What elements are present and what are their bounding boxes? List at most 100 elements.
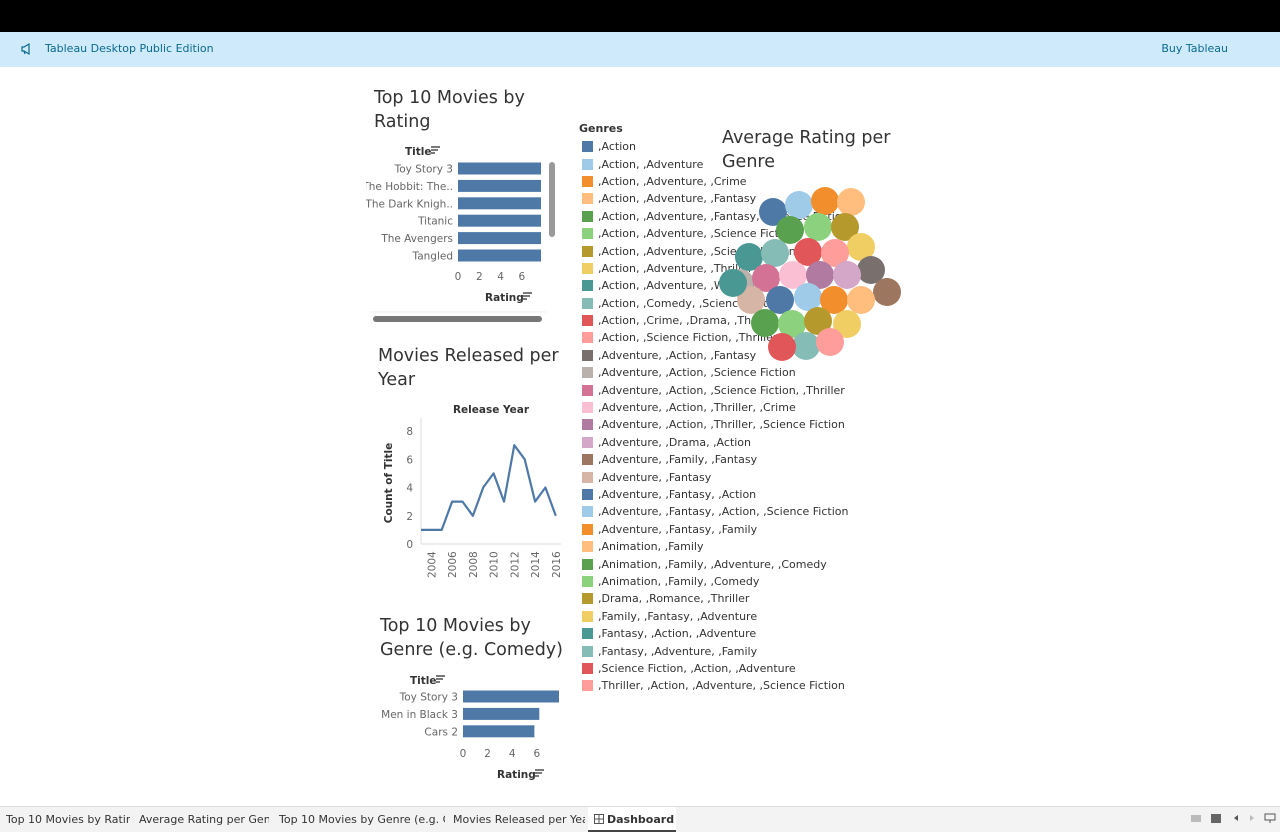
legend-swatch bbox=[582, 558, 593, 570]
title-line: Top 10 Movies by bbox=[374, 88, 525, 108]
app-name: Tableau Desktop Public Edition bbox=[45, 42, 214, 55]
genre-bubble[interactable] bbox=[792, 332, 820, 360]
legend-item[interactable]: ,Animation, ,Family, ,Comedy bbox=[579, 573, 848, 590]
legend-swatch bbox=[582, 297, 593, 309]
legend-swatch bbox=[582, 315, 593, 327]
bar[interactable] bbox=[463, 690, 559, 703]
genre-bubble-chart[interactable] bbox=[715, 185, 910, 365]
title-line: Genre bbox=[722, 152, 775, 172]
genre-bubble[interactable] bbox=[816, 328, 844, 356]
legend-item[interactable]: ,Adventure, ,Fantasy bbox=[579, 468, 848, 485]
sort-icon[interactable] bbox=[523, 292, 532, 300]
tab-top10-genre[interactable]: Top 10 Movies by Genre (e.g. C... bbox=[273, 807, 445, 832]
legend-item[interactable]: ,Animation, ,Family bbox=[579, 538, 848, 555]
genre-bubble[interactable] bbox=[776, 216, 804, 244]
legend-item[interactable]: ,Fantasy, ,Adventure, ,Family bbox=[579, 642, 848, 659]
legend-label: ,Drama, ,Romance, ,Thriller bbox=[598, 592, 750, 606]
bar[interactable] bbox=[458, 162, 541, 175]
legend-item[interactable]: ,Adventure, ,Action, ,Science Fiction, ,… bbox=[579, 381, 848, 398]
tab-label: Dashboard 1 bbox=[607, 813, 676, 826]
genre-bubble[interactable] bbox=[847, 286, 875, 314]
bar[interactable] bbox=[458, 214, 541, 227]
title-column-header[interactable]: Title bbox=[410, 675, 445, 687]
legend-swatch bbox=[582, 245, 593, 257]
title-header-label: Title bbox=[410, 675, 437, 687]
legend-item[interactable]: ,Drama, ,Romance, ,Thriller bbox=[579, 590, 848, 607]
genre-bubble[interactable] bbox=[768, 333, 796, 361]
horizontal-scrollbar[interactable] bbox=[373, 316, 542, 322]
genre-bubble[interactable] bbox=[794, 283, 822, 311]
genre-bubble[interactable] bbox=[811, 187, 839, 215]
count-series-line[interactable] bbox=[421, 444, 557, 531]
tab-top10-rating[interactable]: Top 10 Movies by Rating bbox=[0, 807, 130, 832]
bar[interactable] bbox=[458, 232, 541, 245]
x-tick-label: 4 bbox=[497, 271, 504, 283]
bar-category-label: Men in Black 3 bbox=[381, 709, 458, 721]
legend-item[interactable]: ,Adventure, ,Action, ,Science Fiction bbox=[579, 364, 848, 381]
presentation-mode-icon[interactable] bbox=[1264, 812, 1276, 824]
released-per-year-title: Movies Released per Year bbox=[378, 344, 559, 392]
legend-label: ,Animation, ,Family, ,Adventure, ,Comedy bbox=[598, 557, 827, 571]
legend-item[interactable]: ,Adventure, ,Fantasy, ,Action, ,Science … bbox=[579, 503, 848, 520]
bar[interactable] bbox=[458, 179, 541, 192]
legend-item[interactable]: ,Adventure, ,Action, ,Thriller, ,Crime bbox=[579, 399, 848, 416]
buy-tableau-link[interactable]: Buy Tableau bbox=[1161, 42, 1228, 55]
tab-released-per-year[interactable]: Movies Released per Year bbox=[447, 807, 585, 832]
genre-bubble[interactable] bbox=[833, 261, 861, 289]
show-filmstrip-icon[interactable] bbox=[1190, 812, 1202, 824]
legend-swatch bbox=[582, 489, 593, 500]
bar[interactable] bbox=[458, 249, 541, 262]
genre-bubble[interactable] bbox=[804, 213, 832, 241]
x-tick-label: 2010 bbox=[489, 551, 501, 578]
genre-bubble[interactable] bbox=[751, 309, 779, 337]
legend-item[interactable]: ,Adventure, ,Action, ,Thriller, ,Science… bbox=[579, 416, 848, 433]
tab-avg-rating-genre[interactable]: Average Rating per Genre bbox=[133, 807, 269, 832]
legend-label: ,Adventure, ,Action, ,Science Fiction bbox=[598, 366, 796, 380]
legend-item[interactable]: ,Adventure, ,Drama, ,Action bbox=[579, 434, 848, 451]
rating-axis-label-group[interactable]: Rating bbox=[485, 292, 532, 304]
legend-item[interactable]: ,Thriller, ,Action, ,Adventure, ,Science… bbox=[579, 677, 848, 694]
released-per-year-chart[interactable]: Release Year Count of Title 0 2 4 6 8 2004 200… bbox=[378, 398, 568, 588]
legend-item[interactable]: ,Fantasy, ,Action, ,Adventure bbox=[579, 625, 848, 642]
sort-icon[interactable] bbox=[436, 675, 445, 683]
x-tick-label: 0 bbox=[460, 748, 467, 760]
bar[interactable] bbox=[463, 707, 540, 720]
scroll-right-icon[interactable] bbox=[1246, 812, 1258, 824]
bar-category-label: Toy Story 3 bbox=[399, 692, 458, 704]
genre-bubble[interactable] bbox=[837, 188, 865, 216]
legend-swatch bbox=[582, 384, 593, 396]
bar-category-label: The Dark Knigh.. bbox=[366, 198, 453, 210]
scroll-left-icon[interactable] bbox=[1230, 812, 1242, 824]
genre-bubble[interactable] bbox=[785, 191, 813, 219]
title-line: Top 10 Movies by bbox=[380, 616, 531, 636]
legend-item[interactable]: ,Animation, ,Family, ,Adventure, ,Comedy bbox=[579, 555, 848, 572]
bar[interactable] bbox=[463, 725, 535, 738]
legend-swatch bbox=[582, 210, 593, 222]
genre-bubble[interactable] bbox=[719, 269, 747, 297]
legend-item[interactable]: ,Science Fiction, ,Action, ,Adventure bbox=[579, 660, 848, 677]
legend-item[interactable]: ,Adventure, ,Fantasy, ,Action bbox=[579, 486, 848, 503]
top10-rating-chart[interactable]: Title Toy Story 3 The Hobbit: The.. The Da… bbox=[366, 140, 566, 330]
title-line: Rating bbox=[374, 112, 431, 132]
title-column-header[interactable]: Title bbox=[405, 146, 440, 158]
tab-dashboard-1[interactable]: Dashboard 1 bbox=[588, 807, 676, 832]
legend-swatch bbox=[582, 645, 593, 657]
top10-genre-chart[interactable]: Title Toy Story 3 Men in Black 3 Cars 20 2 4… bbox=[372, 670, 572, 788]
sort-icon[interactable] bbox=[535, 769, 544, 777]
legend-item[interactable]: ,Family, ,Fantasy, ,Adventure bbox=[579, 608, 848, 625]
sort-icon[interactable] bbox=[431, 146, 440, 154]
bar-category-label: Toy Story 3 bbox=[394, 164, 453, 176]
vertical-scrollbar[interactable] bbox=[549, 162, 555, 237]
genre-bubble[interactable] bbox=[873, 278, 901, 306]
bar[interactable] bbox=[458, 197, 541, 210]
genre-bubble[interactable] bbox=[761, 239, 789, 267]
rating-axis-label-group[interactable]: Rating bbox=[497, 769, 544, 781]
show-tabs-icon[interactable] bbox=[1210, 812, 1222, 824]
genre-bubble[interactable] bbox=[766, 286, 794, 314]
legend-item[interactable]: ,Adventure, ,Fantasy, ,Family bbox=[579, 521, 848, 538]
legend-label: ,Adventure, ,Drama, ,Action bbox=[598, 435, 752, 449]
legend-swatch bbox=[582, 662, 593, 674]
legend-label: ,Adventure, ,Fantasy bbox=[598, 470, 712, 484]
sheet-tabs-bar: Top 10 Movies by Rating Average Rating p… bbox=[0, 806, 1280, 832]
legend-item[interactable]: ,Adventure, ,Family, ,Fantasy bbox=[579, 451, 848, 468]
